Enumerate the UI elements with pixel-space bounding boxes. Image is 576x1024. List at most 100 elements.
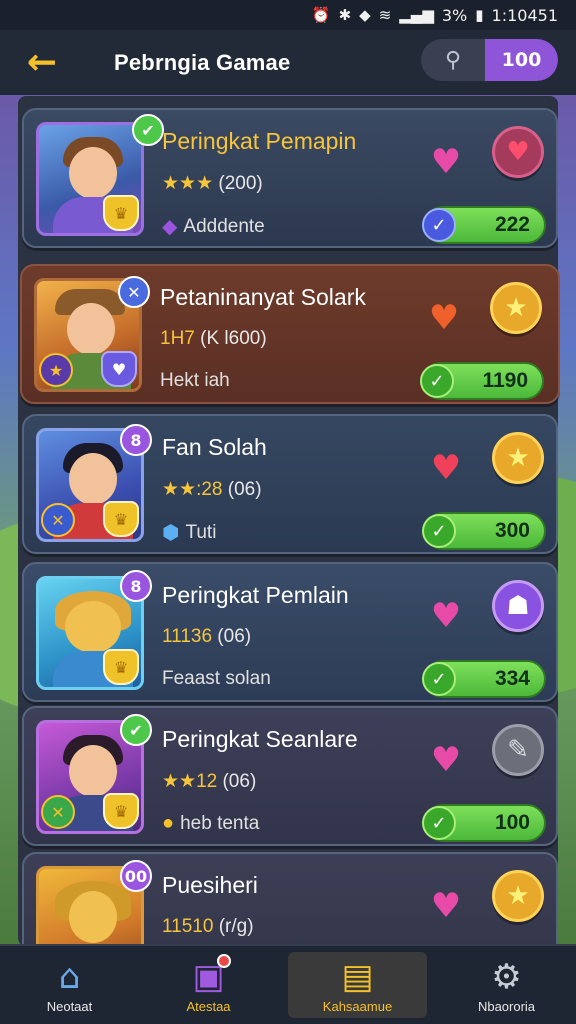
rating-count: (K l600) <box>200 328 267 349</box>
player-rating: ★★12 (06) <box>162 770 256 793</box>
shield-icon: ♛ <box>103 649 139 685</box>
player-name: Peringkat Pemlain <box>162 582 349 608</box>
score-pill: ✓ 222 <box>422 206 546 244</box>
level-badge-icon: 00 <box>120 860 152 892</box>
x-badge-icon: ✕ <box>118 276 150 308</box>
nav-shop[interactable]: ▣ Atestaa <box>139 946 278 1024</box>
rating-count: (06) <box>222 771 257 792</box>
rating-stars: ★★:28 <box>162 479 223 500</box>
wifi-icon: ≋ <box>378 6 392 24</box>
player-card[interactable]: ♛ 8 Peringkat Pemlain 11136 (06) Feaast … <box>22 562 558 702</box>
nav-home-label: Neotaat <box>46 998 93 1014</box>
player-score: 222 <box>494 213 530 236</box>
score-pill: ✓ 334 <box>422 660 546 698</box>
nav-home[interactable]: ⌂ Neotaat <box>0 946 139 1024</box>
notification-dot <box>217 954 231 968</box>
player-name: Peringkat Pemapin <box>162 128 357 154</box>
nav-shop-label: Atestaa <box>186 998 231 1014</box>
heart-icon[interactable]: ♥ <box>426 144 466 180</box>
alarm-icon: ⏰ <box>311 6 331 24</box>
heart-icon[interactable]: ♥ <box>426 450 466 486</box>
check-badge-icon: ✔ <box>120 714 152 746</box>
player-score: 100 <box>494 811 530 834</box>
ghost-action-button[interactable]: ☗ <box>492 580 544 632</box>
heart-icon[interactable]: ♥ <box>426 742 466 778</box>
rating-count: (06) <box>217 626 252 647</box>
rating-count: (200) <box>218 173 263 194</box>
player-score: 334 <box>494 667 530 690</box>
player-rating: ★★★ (200) <box>162 172 263 195</box>
home-icon: ⌂ <box>58 956 81 997</box>
rating-stars: ★★12 <box>162 771 218 792</box>
rating-count: (06) <box>227 479 262 500</box>
search-count: 100 <box>485 39 558 81</box>
heart-icon[interactable]: ♥ <box>426 598 466 634</box>
player-score: 300 <box>494 519 530 542</box>
shield-icon: ♛ <box>103 501 139 537</box>
status-bar: ⏰ ✱ ◆ ≋ ▂▄▆ 3% ▮ 1:10451 <box>0 0 576 30</box>
search-icon[interactable]: ⚲ <box>421 39 485 81</box>
player-score: 1190 <box>482 369 528 392</box>
back-arrow-icon[interactable]: ← <box>20 41 64 85</box>
search-counter[interactable]: ⚲ 100 <box>421 39 558 81</box>
player-sub-label: Feaast solan <box>162 668 271 689</box>
player-name: Petaninanyat Solark <box>160 284 366 310</box>
gem-icon: ⬢ <box>162 522 180 544</box>
check-icon: ✓ <box>422 806 456 840</box>
player-sub-label: Adddente <box>183 215 265 237</box>
player-rating: 11510 (r/g) <box>162 916 254 938</box>
star-action-button[interactable]: ★ <box>492 432 544 484</box>
app-header: ← Pebrngia Gamae ⚲ 100 <box>0 30 576 95</box>
crystal-icon: ◆ <box>162 216 178 238</box>
battery-icon: ▮ <box>475 6 484 24</box>
player-rating: 1H7 (K l600) <box>160 328 267 350</box>
score-pill: ✓ 100 <box>422 804 546 842</box>
player-sub-label: heb tenta <box>180 812 260 834</box>
bottom-navigation: ⌂ Neotaat ▣ Atestaa ▤ Kahsaamue ⚙ Nbaoro… <box>0 944 576 1024</box>
heart-shield-icon: ♥ <box>101 351 137 387</box>
player-subline: Hekt iah <box>160 370 230 392</box>
page-title: Pebrngia Gamae <box>114 49 291 75</box>
heart-action-button[interactable]: ♥ <box>492 126 544 178</box>
player-card[interactable]: ♛ ✔ Peringkat Pemapin ★★★ (200) ◆ Addden… <box>22 108 558 248</box>
check-icon: ✓ <box>420 364 454 398</box>
cross-shield-icon: ✕ <box>41 795 75 829</box>
pencil-action-button[interactable]: ✎ <box>492 724 544 776</box>
player-name: Peringkat Seanlare <box>162 726 358 752</box>
star-shield-icon: ★ <box>39 353 73 387</box>
signal-icon: ▂▄▆ <box>399 6 434 24</box>
star-action-button[interactable]: ★ <box>492 870 544 922</box>
player-name: Fan Solah <box>162 434 267 460</box>
level-badge-icon: 8 <box>120 570 152 602</box>
rating-stars: ★★★ <box>162 173 214 194</box>
rating-stars: 11136 <box>162 626 213 647</box>
star-action-button[interactable]: ★ <box>490 282 542 334</box>
gear-icon: ⚙ <box>491 956 522 997</box>
shield-icon: ♛ <box>103 793 139 829</box>
player-sub-label: Tuti <box>185 521 217 543</box>
battery-level: 3% <box>441 5 468 25</box>
player-rating: ★★:28 (06) <box>162 478 262 501</box>
nav-chest-label: Kahsaamue <box>322 998 393 1014</box>
player-card[interactable]: ✕ ♛ ✔ Peringkat Seanlare ★★12 (06) ● heb… <box>22 706 558 846</box>
player-avatar: ♛ <box>36 122 144 236</box>
player-card[interactable]: ★ ♥ ✕ Petaninanyat Solark 1H7 (K l600) H… <box>20 264 560 404</box>
nav-settings[interactable]: ⚙ Nbaororia <box>437 946 576 1024</box>
player-card[interactable]: ✕ ♛ 8 Fan Solah ★★:28 (06) ⬢ Tuti ♥ ★ ✓ … <box>22 414 558 554</box>
bluetooth-icon: ✱ <box>338 6 352 24</box>
status-time: 1:10451 <box>491 5 558 25</box>
level-badge-icon: 8 <box>120 424 152 456</box>
shield-icon: ♛ <box>103 195 139 231</box>
player-subline: ● heb tenta <box>162 812 259 835</box>
location-icon: ◆ <box>359 6 371 24</box>
score-pill: ✓ 1190 <box>420 362 544 400</box>
rating-stars: 1H7 <box>160 328 195 349</box>
check-icon: ✓ <box>422 514 456 548</box>
player-subline: Feaast solan <box>162 668 271 690</box>
nav-settings-label: Nbaororia <box>477 998 536 1014</box>
apple-icon[interactable]: ♥ <box>424 300 464 336</box>
heart-icon[interactable]: ♥ <box>426 888 466 924</box>
player-subline: ⬢ Tuti <box>162 520 216 545</box>
rating-stars: 11510 <box>162 916 214 937</box>
nav-chest[interactable]: ▤ Kahsaamue <box>288 952 427 1018</box>
